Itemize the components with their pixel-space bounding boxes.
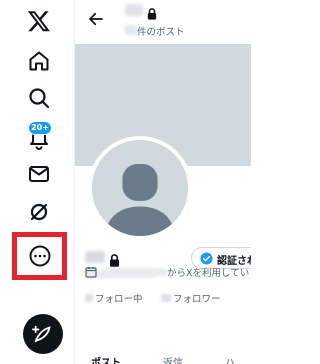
default-avatar-icon xyxy=(92,140,188,236)
search-icon[interactable] xyxy=(23,82,55,114)
following-count-blurred xyxy=(85,294,93,302)
left-sidebar: 20+ xyxy=(0,0,74,364)
grok-icon[interactable] xyxy=(23,196,55,228)
post-feather-icon xyxy=(32,325,51,343)
post-count-blurred xyxy=(125,25,137,35)
profile-header: 件のポスト xyxy=(75,0,251,44)
header-name-blurred xyxy=(125,4,143,16)
avatar[interactable] xyxy=(88,136,192,240)
profile-column: 件のポスト 認証され からXを利用してい フォロー中 フォロワー ポスト 返信 … xyxy=(74,0,251,364)
lock-icon xyxy=(109,252,120,267)
calendar-icon xyxy=(85,267,97,278)
home-icon[interactable] xyxy=(23,45,55,77)
more-button[interactable] xyxy=(12,232,67,280)
joined-text: からXを利用してい xyxy=(167,268,250,279)
notifications-badge: 20+ xyxy=(28,121,52,135)
lock-icon xyxy=(147,5,157,20)
post-count-label: 件のポスト xyxy=(137,27,185,38)
followers-link[interactable]: フォロワー xyxy=(173,291,221,305)
tab-replies[interactable]: 返信 xyxy=(163,354,183,364)
followers-count-blurred xyxy=(161,294,171,302)
tab-posts[interactable]: ポスト xyxy=(91,354,121,364)
profile-tabs: ポスト 返信 ハ xyxy=(75,348,251,364)
joined-date-blurred xyxy=(103,268,167,276)
following-link[interactable]: フォロー中 xyxy=(95,291,143,305)
tab-highlights[interactable]: ハ xyxy=(225,354,235,364)
back-arrow-icon[interactable] xyxy=(87,10,105,28)
verified-badge-icon xyxy=(200,252,213,265)
compose-post-button[interactable] xyxy=(23,314,63,354)
mail-icon[interactable] xyxy=(23,158,55,190)
x-logo-icon[interactable] xyxy=(23,5,55,37)
display-name-blurred xyxy=(85,251,105,263)
more-icon xyxy=(29,245,50,267)
